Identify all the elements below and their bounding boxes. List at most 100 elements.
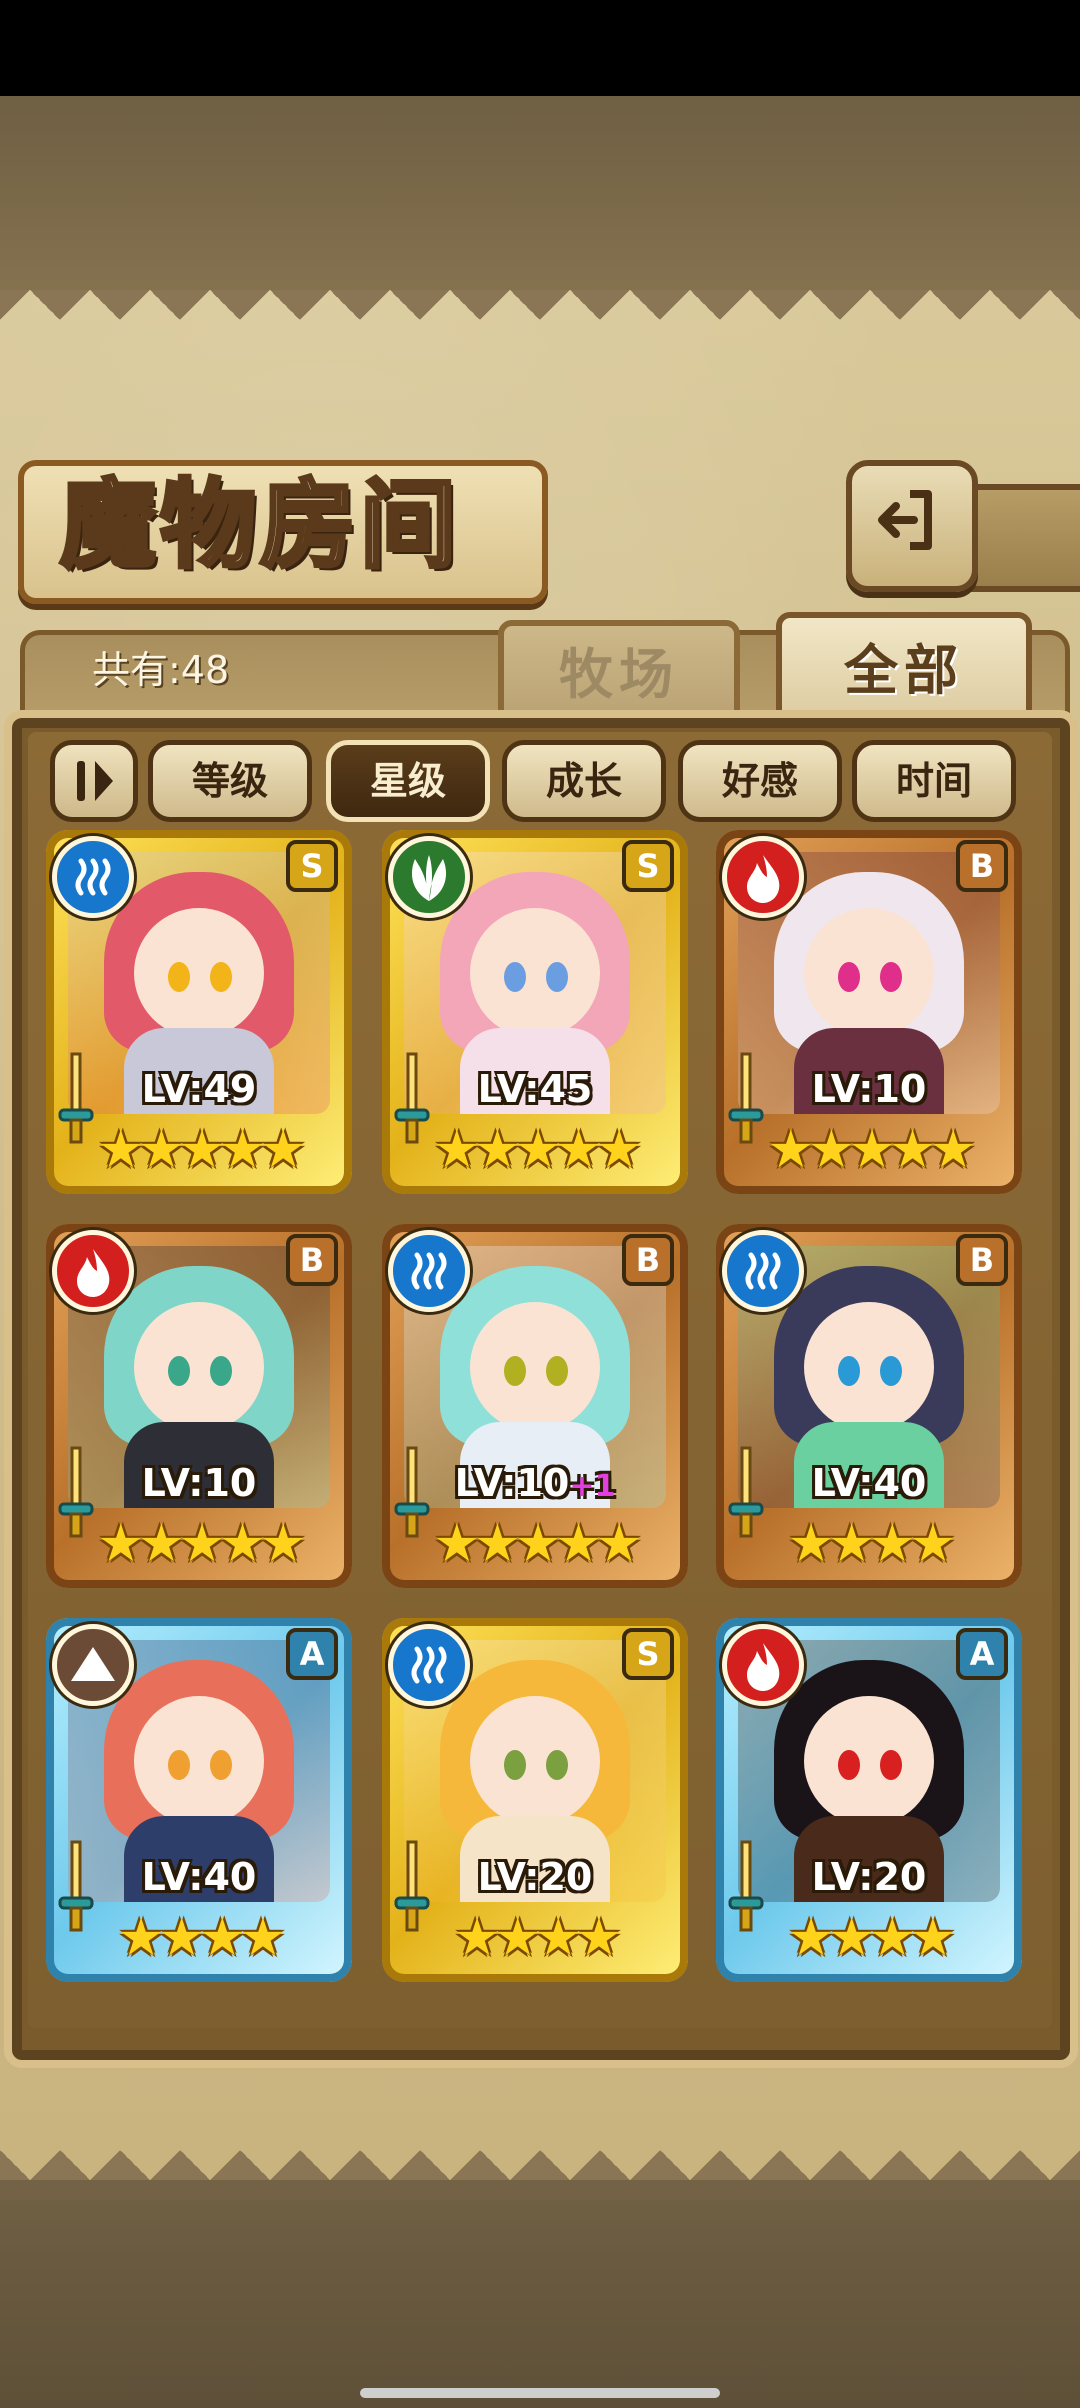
sort-affection-button[interactable]: 好感 (678, 740, 842, 822)
portrait-eye (838, 962, 860, 992)
rank-badge: A (286, 1628, 338, 1680)
portrait-eye (838, 1750, 860, 1780)
monster-card[interactable]: S LV:20 ★★★★ (382, 1618, 688, 1982)
level-bonus: +1 (569, 1469, 616, 1504)
portrait-face (134, 1696, 264, 1826)
rank-badge: B (286, 1234, 338, 1286)
portrait-face (804, 1696, 934, 1826)
portrait-face (804, 1302, 934, 1432)
level-value: LV:10 (141, 1461, 257, 1505)
level-value: LV:10 (454, 1461, 570, 1505)
fire-icon (722, 836, 804, 918)
back-button[interactable] (846, 460, 978, 592)
map-background-bottom (0, 2200, 1080, 2408)
star-rating: ★★★★★ (97, 1514, 306, 1574)
portrait-face (134, 1302, 264, 1432)
portrait-face (470, 1302, 600, 1432)
monster-level: LV:45 (382, 1064, 688, 1114)
portrait-eye (168, 962, 190, 992)
rank-badge: B (622, 1234, 674, 1286)
level-value: LV:20 (811, 1855, 927, 1899)
monster-level: LV:40 (716, 1458, 1022, 1508)
portrait-eye (880, 1750, 902, 1780)
back-arrow-icon (878, 490, 932, 550)
level-value: LV:10 (811, 1067, 927, 1111)
sort-time-button[interactable]: 时间 (852, 740, 1016, 822)
water-icon (388, 1230, 470, 1312)
level-value: LV:49 (141, 1067, 257, 1111)
monster-card[interactable]: B LV:10 ★★★★★ (46, 1224, 352, 1588)
star-rating: ★★★★★ (97, 1120, 306, 1180)
level-value: LV:20 (477, 1855, 593, 1899)
sort-order-icon (77, 761, 113, 801)
leaf-icon (388, 836, 470, 918)
portrait-eye (210, 962, 232, 992)
page-title: 魔物房间 (58, 468, 460, 582)
water-icon (388, 1624, 470, 1706)
fire-icon (722, 1624, 804, 1706)
monster-card[interactable]: S LV:45 ★★★★★ (382, 830, 688, 1194)
rank-badge: B (956, 1234, 1008, 1286)
portrait-eye (546, 1356, 568, 1386)
monster-card[interactable]: B LV:10 ★★★★★ (716, 830, 1022, 1194)
home-indicator[interactable] (360, 2388, 720, 2398)
monster-count: 共有:48 (92, 648, 230, 692)
monster-card[interactable]: B LV:40 ★★★★ (716, 1224, 1022, 1588)
portrait-eye (504, 1356, 526, 1386)
portrait-eye (168, 1356, 190, 1386)
star-rating: ★★★★ (787, 1908, 956, 1968)
portrait-eye (210, 1356, 232, 1386)
monster-level: LV:40 (46, 1852, 352, 1902)
map-background-top (0, 96, 1080, 296)
portrait-eye (210, 1750, 232, 1780)
level-value: LV:40 (811, 1461, 927, 1505)
star-rating: ★★★★★ (433, 1120, 642, 1180)
parchment-edge-bottom (0, 2120, 1080, 2180)
rank-badge: S (622, 840, 674, 892)
water-icon (52, 836, 134, 918)
monster-card[interactable]: S LV:49 ★★★★★ (46, 830, 352, 1194)
monster-level: LV:20 (716, 1852, 1022, 1902)
star-rating: ★★★★★ (767, 1120, 976, 1180)
portrait-face (134, 908, 264, 1038)
water-icon (722, 1230, 804, 1312)
monster-level: LV:10 (716, 1064, 1022, 1114)
monster-card[interactable]: A LV:40 ★★★★ (46, 1618, 352, 1982)
sort-level-button[interactable]: 等级 (148, 740, 312, 822)
fire-icon (52, 1230, 134, 1312)
monster-card[interactable]: B LV:10+1 ★★★★★ (382, 1224, 688, 1588)
star-rating: ★★★★★ (433, 1514, 642, 1574)
portrait-eye (880, 962, 902, 992)
portrait-eye (168, 1750, 190, 1780)
sort-order-toggle[interactable] (50, 740, 138, 822)
portrait-eye (504, 962, 526, 992)
portrait-eye (546, 962, 568, 992)
portrait-eye (546, 1750, 568, 1780)
star-rating: ★★★★ (117, 1908, 286, 1968)
star-rating: ★★★★ (787, 1514, 956, 1574)
portrait-face (470, 1696, 600, 1826)
monster-level: LV:49 (46, 1064, 352, 1114)
portrait-face (470, 908, 600, 1038)
monster-level: LV:10 (46, 1458, 352, 1508)
rank-badge: B (956, 840, 1008, 892)
rank-badge: S (622, 1628, 674, 1680)
monster-level: LV:20 (382, 1852, 688, 1902)
portrait-face (804, 908, 934, 1038)
portrait-eye (838, 1356, 860, 1386)
back-button-rail (960, 484, 1080, 592)
monster-level: LV:10+1 (382, 1458, 688, 1508)
sort-star-button[interactable]: 星级 (326, 740, 490, 822)
rank-badge: S (286, 840, 338, 892)
level-value: LV:40 (141, 1855, 257, 1899)
earth-icon (52, 1624, 134, 1706)
portrait-eye (880, 1356, 902, 1386)
status-bar (0, 0, 1080, 96)
star-rating: ★★★★ (453, 1908, 622, 1968)
portrait-eye (504, 1750, 526, 1780)
parchment-edge-top (0, 290, 1080, 350)
rank-badge: A (956, 1628, 1008, 1680)
sort-growth-button[interactable]: 成长 (502, 740, 666, 822)
monster-card[interactable]: A LV:20 ★★★★ (716, 1618, 1022, 1982)
level-value: LV:45 (477, 1067, 593, 1111)
